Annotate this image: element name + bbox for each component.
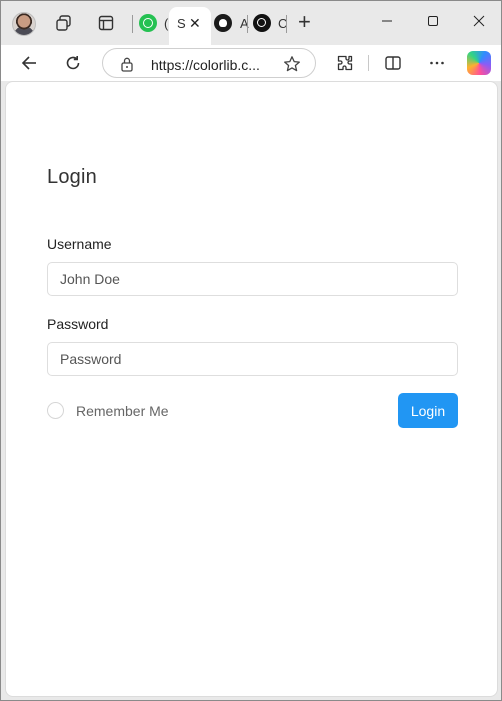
lock-icon[interactable]: [120, 56, 134, 77]
tab-actions-icon[interactable]: [95, 12, 117, 34]
copilot-icon[interactable]: [467, 51, 491, 75]
refresh-icon[interactable]: [61, 51, 85, 75]
tab-strip: (S S ✕ A C +: [1, 1, 501, 45]
split-screen-icon[interactable]: [381, 51, 405, 75]
tab-title-active: S: [177, 16, 186, 31]
page-content: Login Username Password Remember Me Logi…: [5, 81, 498, 697]
more-icon[interactable]: [425, 51, 449, 75]
maximize-button[interactable]: [421, 9, 445, 33]
remember-me-checkbox[interactable]: [47, 402, 64, 419]
browser-window: (S S ✕ A C +: [0, 0, 502, 701]
tab-separator: [132, 15, 133, 33]
browser-toolbar: https://colorlib.c...: [1, 45, 501, 81]
password-label: Password: [47, 316, 109, 332]
password-input[interactable]: [47, 342, 458, 376]
login-title: Login: [47, 166, 97, 188]
remember-me-label[interactable]: Remember Me: [76, 403, 169, 419]
openai-icon[interactable]: [253, 14, 271, 32]
workspaces-icon[interactable]: [53, 12, 75, 34]
extensions-icon[interactable]: [333, 51, 357, 75]
login-button[interactable]: Login: [398, 393, 458, 428]
minimize-button[interactable]: [375, 9, 399, 33]
tab-active[interactable]: S ✕: [169, 7, 211, 45]
whatsapp-icon[interactable]: [139, 14, 157, 32]
username-label: Username: [47, 236, 112, 252]
github-icon[interactable]: [214, 14, 232, 32]
tab-close-icon[interactable]: ✕: [189, 15, 201, 32]
profile-avatar[interactable]: [12, 12, 36, 36]
toolbar-separator: [368, 55, 369, 71]
tab-separator: [247, 15, 248, 33]
new-tab-button[interactable]: +: [298, 10, 311, 34]
url-text[interactable]: https://colorlib.c...: [151, 57, 260, 73]
username-input[interactable]: [47, 262, 458, 296]
favorite-star-icon[interactable]: [283, 55, 301, 78]
close-window-button[interactable]: [467, 9, 491, 33]
back-icon[interactable]: [17, 51, 41, 75]
tab-separator: [286, 15, 287, 33]
address-bar[interactable]: https://colorlib.c...: [102, 48, 316, 78]
